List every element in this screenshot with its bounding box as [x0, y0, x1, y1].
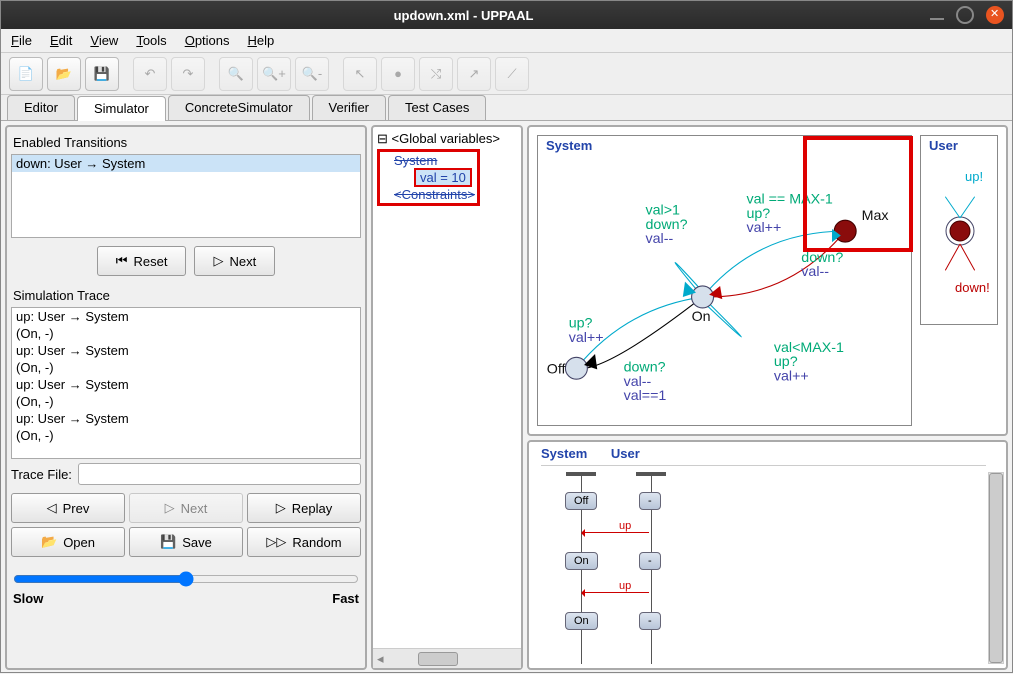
trace-file-label: Trace File: [11, 467, 72, 482]
menu-tools[interactable]: Tools [136, 33, 166, 48]
random-button[interactable]: ▷▷ Random [247, 527, 361, 557]
user-title: User [929, 138, 958, 153]
tab-test-cases[interactable]: Test Cases [388, 95, 486, 120]
zoom-in-icon[interactable]: 🔍+ [257, 57, 291, 91]
trace-item[interactable]: (On, -) [12, 359, 360, 376]
msc-state: - [639, 612, 661, 630]
window-title: updown.xml - UPPAAL [9, 8, 918, 23]
svg-text:val==1: val==1 [624, 388, 667, 404]
enabled-transitions-label: Enabled Transitions [13, 135, 359, 150]
svg-text:val++: val++ [569, 330, 604, 346]
trace-file-input[interactable] [78, 463, 361, 485]
select-tool-icon[interactable]: ↖ [343, 57, 377, 91]
trace-item[interactable]: (On, -) [12, 393, 360, 410]
variables-tree[interactable]: ⊟ <Global variables> System val = 10 <Co… [373, 127, 521, 648]
user-automaton[interactable]: User up! down! [920, 135, 998, 325]
trace-item[interactable]: up: User → System [12, 376, 360, 393]
msc-message: up [619, 580, 631, 592]
trace-item[interactable]: up: User → System [12, 410, 360, 427]
undo-icon[interactable]: ↶ [133, 57, 167, 91]
left-panel: Enabled Transitions down: User → System … [5, 125, 367, 670]
msc-state: On [565, 612, 598, 630]
prev-button[interactable]: ◁ Prev [11, 493, 125, 523]
branch-tool-icon[interactable]: ⤭ [419, 57, 453, 91]
vertical-scrollbar[interactable] [988, 472, 1004, 664]
window-titlebar: updown.xml - UPPAAL [1, 1, 1012, 29]
tree-system[interactable]: System [394, 153, 475, 168]
speed-slider[interactable] [13, 571, 359, 587]
next2-button[interactable]: ▷ Next [129, 493, 243, 523]
msc-state: - [639, 552, 661, 570]
msc-message: up [619, 520, 631, 532]
svg-text:val++: val++ [774, 368, 809, 384]
open-file-icon[interactable]: 📂 [47, 57, 81, 91]
reset-button[interactable]: ⏮Reset [97, 246, 187, 276]
maximize-icon[interactable] [956, 6, 974, 24]
tab-concrete-simulator[interactable]: ConcreteSimulator [168, 95, 310, 120]
msc-head-user: User [611, 446, 640, 461]
msc-state: On [565, 552, 598, 570]
system-automaton[interactable]: System [537, 135, 912, 426]
tab-simulator[interactable]: Simulator [77, 96, 166, 121]
trace-item[interactable]: (On, -) [12, 325, 360, 342]
svg-text:down!: down! [955, 280, 990, 295]
redo-icon[interactable]: ↷ [171, 57, 205, 91]
horizontal-scrollbar[interactable]: ◂ [373, 648, 521, 668]
zoom-fit-icon[interactable]: 🔍 [219, 57, 253, 91]
menu-view[interactable]: View [90, 33, 118, 48]
location-tool-icon[interactable]: ● [381, 57, 415, 91]
speed-fast-label: Fast [332, 591, 359, 606]
simulation-trace-label: Simulation Trace [13, 288, 359, 303]
transition-item[interactable]: down: User → System [12, 155, 360, 172]
reset-icon: ⏮ [116, 253, 128, 269]
highlight-frame [803, 136, 913, 252]
trace-item[interactable]: up: User → System [12, 308, 360, 325]
menu-file[interactable]: File [11, 33, 32, 48]
speed-slow-label: Slow [13, 591, 43, 606]
menu-help[interactable]: Help [248, 33, 275, 48]
save-file-icon[interactable]: 💾 [85, 57, 119, 91]
svg-text:On: On [692, 309, 711, 325]
system-title: System [546, 138, 592, 153]
msc-panel: System User Off - up On - up On - [527, 440, 1008, 670]
msc-diagram[interactable]: Off - up On - up On - [541, 465, 986, 664]
svg-text:val++: val++ [746, 220, 781, 236]
tab-editor[interactable]: Editor [7, 95, 75, 120]
minimize-icon[interactable] [930, 18, 944, 20]
svg-text:up!: up! [965, 169, 983, 184]
simulation-trace-list[interactable]: up: User → System (On, -) up: User → Sys… [11, 307, 361, 459]
automata-panel: System [527, 125, 1008, 436]
nail-tool-icon[interactable]: ⟋ [495, 57, 529, 91]
msc-head-system: System [541, 446, 587, 461]
msc-state: - [639, 492, 661, 510]
tree-global-vars[interactable]: ⊟ <Global variables> [377, 131, 517, 147]
trace-item[interactable]: up: User → System [12, 342, 360, 359]
msc-state: Off [565, 492, 597, 510]
tab-verifier[interactable]: Verifier [312, 95, 386, 120]
save-button[interactable]: 💾 Save [129, 527, 243, 557]
svg-text:val--: val-- [801, 264, 829, 280]
replay-button[interactable]: ▷ Replay [247, 493, 361, 523]
variables-panel: ⊟ <Global variables> System val = 10 <Co… [371, 125, 523, 670]
next-button[interactable]: ▷Next [194, 246, 275, 276]
tree-val[interactable]: val = 10 [414, 168, 472, 187]
edge-tool-icon[interactable]: ↗ [457, 57, 491, 91]
tab-bar: Editor Simulator ConcreteSimulator Verif… [1, 95, 1012, 121]
toolbar: 📄 📂 💾 ↶ ↷ 🔍 🔍+ 🔍- ↖ ● ⤭ ↗ ⟋ [1, 53, 1012, 95]
menu-options[interactable]: Options [185, 33, 230, 48]
menubar: File Edit View Tools Options Help [1, 29, 1012, 53]
svg-text:val--: val-- [646, 231, 674, 247]
menu-edit[interactable]: Edit [50, 33, 72, 48]
enabled-transitions-list[interactable]: down: User → System [11, 154, 361, 238]
new-file-icon[interactable]: 📄 [9, 57, 43, 91]
tree-constraints[interactable]: <Constraints> [394, 187, 475, 202]
close-icon[interactable] [986, 6, 1004, 24]
svg-text:Off: Off [547, 362, 566, 378]
play-icon: ▷ [213, 253, 223, 269]
trace-item[interactable]: (On, -) [12, 427, 360, 444]
open-button[interactable]: 📂 Open [11, 527, 125, 557]
zoom-out-icon[interactable]: 🔍- [295, 57, 329, 91]
